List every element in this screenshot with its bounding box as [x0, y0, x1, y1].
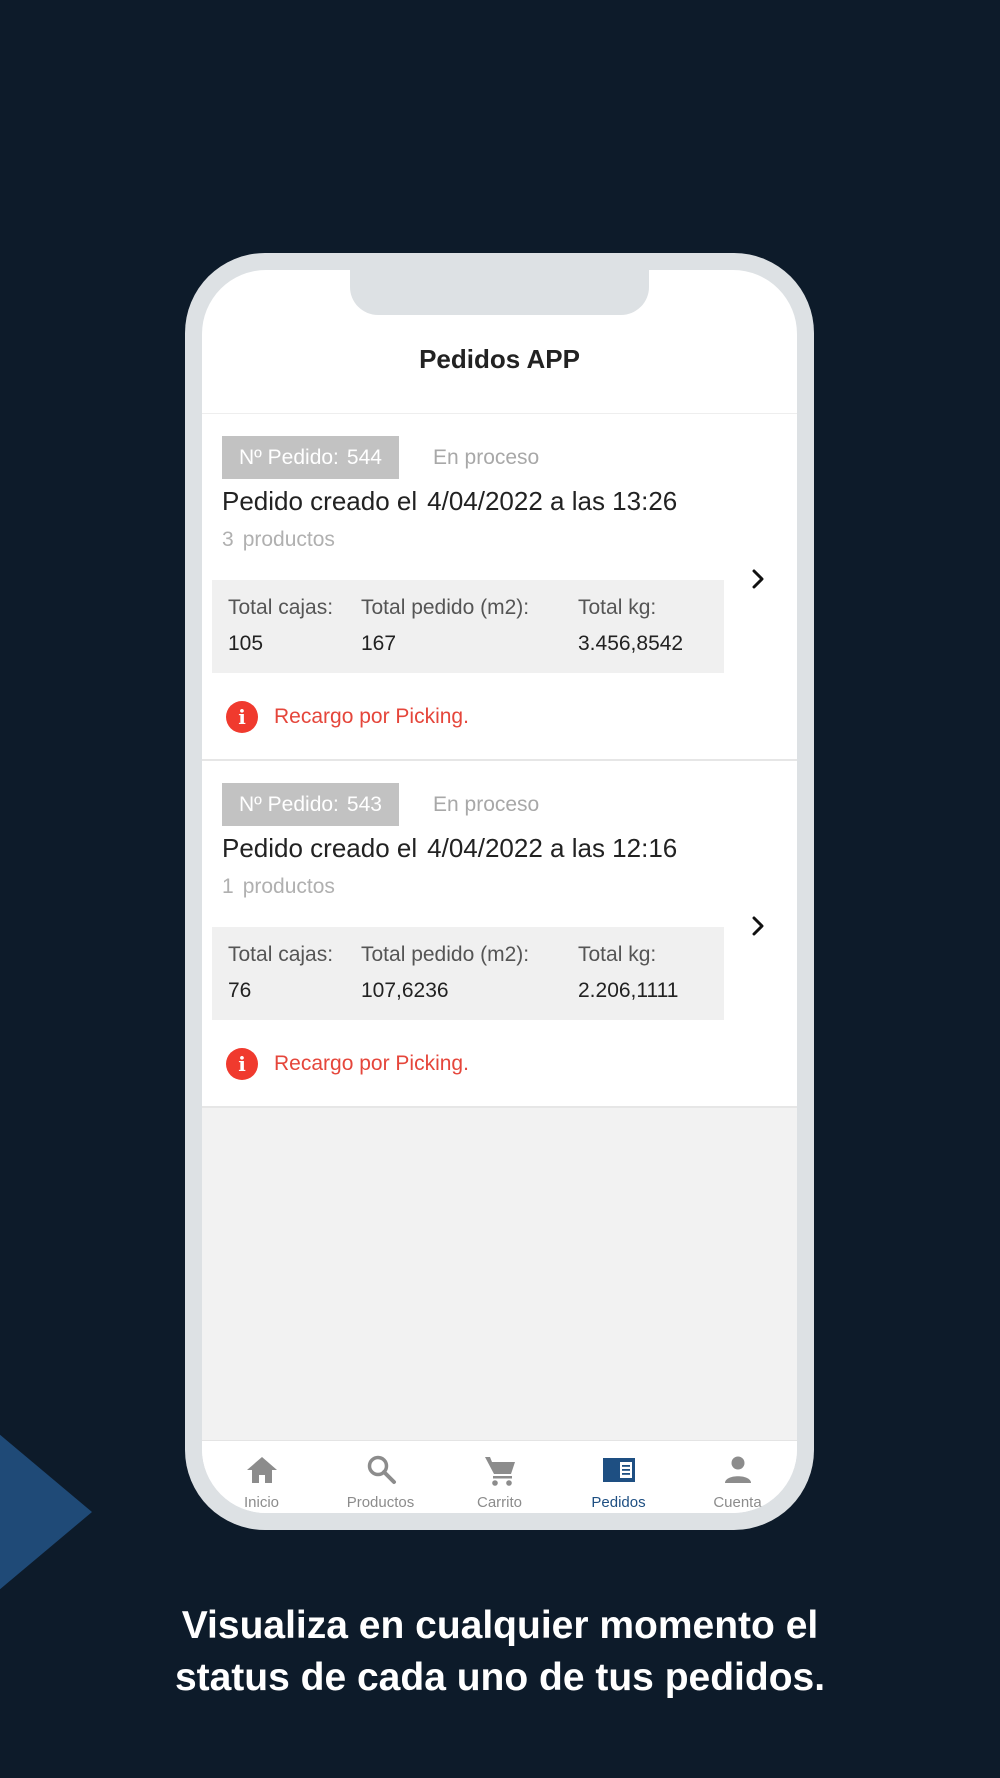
tab-label: Inicio: [243, 1494, 280, 1511]
total-cajas-value: 76: [228, 979, 252, 1002]
order-number-label: Nº Pedido:: [239, 793, 339, 816]
tab-label: Cuenta: [713, 1494, 762, 1511]
products-count: 1: [222, 875, 234, 898]
total-kg-label: Total kg:: [578, 596, 657, 619]
order-totals: Total cajas: 76 Total pedido (m2): 107,6…: [212, 927, 724, 1020]
surcharge-notice: i Recargo por Picking.: [226, 1048, 469, 1080]
order-totals: Total cajas: 105 Total pedido (m2): 167 …: [212, 580, 724, 673]
tab-inicio[interactable]: Inicio: [202, 1441, 321, 1513]
order-number: 543: [346, 793, 382, 816]
order-created-date: 4/04/2022 a las 13:26: [427, 486, 678, 516]
total-kg-label: Total kg:: [578, 943, 657, 966]
orders-list: Nº Pedido: 544 En proceso Pedido creado …: [202, 414, 797, 1440]
total-cajas: Total cajas: 76: [228, 943, 333, 1003]
total-kg: Total kg: 2.206,1111: [578, 943, 678, 1003]
tab-pedidos[interactable]: Pedidos: [559, 1441, 678, 1513]
order-products-count: 1 productos: [222, 875, 335, 899]
order-number-badge: Nº Pedido: 543: [222, 783, 399, 826]
surcharge-text: Recargo por Picking.: [274, 1052, 469, 1075]
app-header: Pedidos APP: [202, 315, 797, 414]
surcharge-text: Recargo por Picking.: [274, 705, 469, 728]
order-number-label: Nº Pedido:: [239, 446, 339, 469]
total-cajas: Total cajas: 105: [228, 596, 333, 656]
order-created-prefix: Pedido creado el: [222, 833, 418, 863]
chevron-right-icon[interactable]: [747, 568, 769, 590]
surcharge-notice: i Recargo por Picking.: [226, 701, 469, 733]
tab-label: Productos: [346, 1494, 415, 1511]
home-icon: [246, 1457, 277, 1483]
total-kg: Total kg: 3.456,8542: [578, 596, 683, 656]
bottom-tab-bar: Inicio Productos Carrito Pedidos Cuenta: [202, 1440, 797, 1513]
products-label: productos: [242, 875, 335, 898]
total-pedido-label: Total pedido (m2):: [361, 596, 530, 619]
search-icon: [367, 1455, 396, 1484]
order-created: Pedido creado el 4/04/2022 a las 12:16: [222, 833, 677, 864]
products-count: 3: [222, 528, 234, 551]
total-pedido-value: 167: [361, 632, 397, 655]
order-card[interactable]: Nº Pedido: 544 En proceso Pedido creado …: [202, 414, 797, 761]
info-icon: i: [226, 701, 258, 733]
order-created: Pedido creado el 4/04/2022 a las 13:26: [222, 486, 677, 517]
total-pedido: Total pedido (m2): 107,6236: [361, 943, 529, 1003]
products-label: productos: [242, 528, 335, 551]
user-icon: [724, 1456, 751, 1483]
total-pedido: Total pedido (m2): 167: [361, 596, 529, 656]
order-created-prefix: Pedido creado el: [222, 486, 418, 516]
tab-cuenta[interactable]: Cuenta: [678, 1441, 797, 1513]
total-cajas-label: Total cajas:: [228, 943, 334, 966]
caption-line-1: Visualiza en cualquier momento el: [181, 1604, 819, 1647]
promo-caption: Visualiza en cualquier momento el status…: [0, 1600, 1000, 1704]
tab-label: Pedidos: [591, 1494, 646, 1511]
total-cajas-value: 105: [228, 632, 264, 655]
orders-icon: [602, 1458, 635, 1482]
tab-carrito[interactable]: Carrito: [440, 1441, 559, 1513]
total-kg-value: 3.456,8542: [578, 632, 684, 655]
total-cajas-label: Total cajas:: [228, 596, 334, 619]
total-pedido-label: Total pedido (m2):: [361, 943, 530, 966]
order-number-badge: Nº Pedido: 544: [222, 436, 399, 479]
order-number: 544: [346, 446, 382, 469]
phone-screen: Pedidos APP Nº Pedido: 544 En proceso Pe…: [202, 270, 797, 1513]
page-title: Pedidos APP: [419, 343, 580, 374]
order-products-count: 3 productos: [222, 528, 335, 552]
order-status: En proceso: [433, 793, 540, 816]
caption-line-2: status de cada uno de tus pedidos.: [174, 1656, 826, 1699]
phone-frame: Pedidos APP Nº Pedido: 544 En proceso Pe…: [185, 253, 814, 1530]
cart-icon: [484, 1457, 515, 1486]
total-pedido-value: 107,6236: [361, 979, 449, 1002]
tab-productos[interactable]: Productos: [321, 1441, 440, 1513]
phone-notch: [350, 270, 649, 315]
chevron-right-icon[interactable]: [747, 915, 769, 937]
info-icon: i: [226, 1048, 258, 1080]
total-kg-value: 2.206,1111: [578, 979, 679, 1002]
decorative-triangle: [0, 1418, 92, 1606]
order-created-date: 4/04/2022 a las 12:16: [427, 833, 678, 863]
tab-label: Carrito: [476, 1494, 522, 1511]
order-status: En proceso: [433, 446, 540, 469]
order-card[interactable]: Nº Pedido: 543 En proceso Pedido creado …: [202, 761, 797, 1108]
